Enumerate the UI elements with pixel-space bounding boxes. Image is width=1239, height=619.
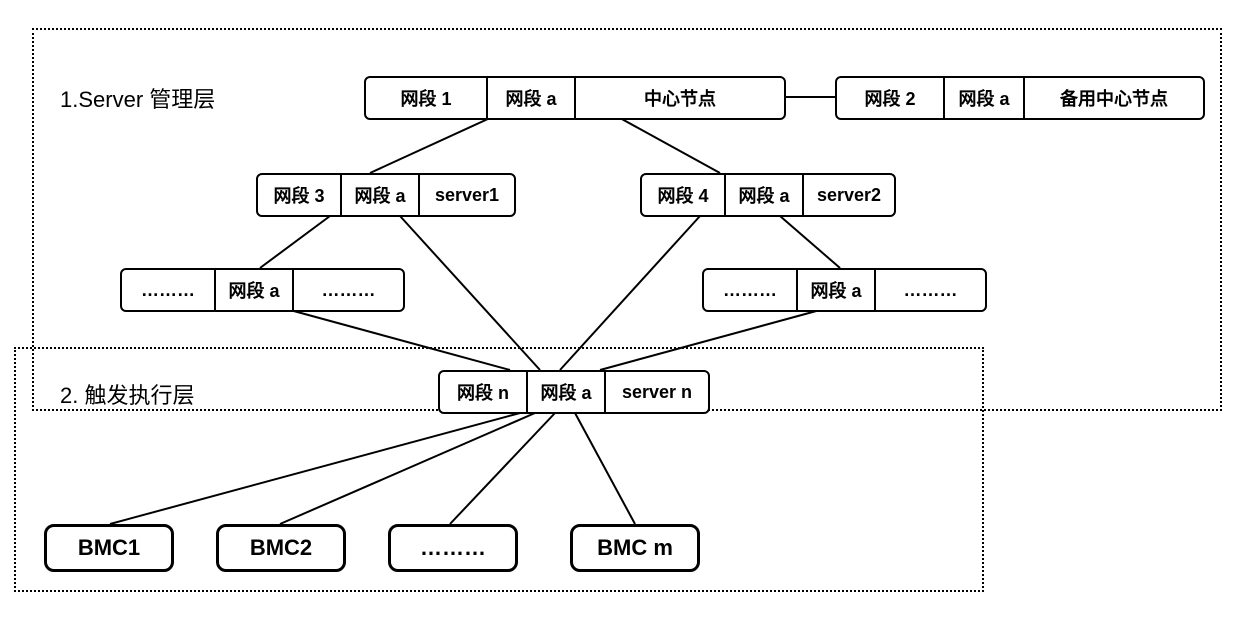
backup-cell-2: 网段 a bbox=[945, 78, 1025, 118]
server2-cell-1: 网段 4 bbox=[642, 175, 726, 215]
ellipsis-right-cell-2: 网段 a bbox=[798, 270, 876, 310]
servern-node: 网段 n 网段 a server n bbox=[438, 370, 710, 414]
server1-cell-2: 网段 a bbox=[342, 175, 420, 215]
ellipsis-right-cell-3: ……… bbox=[876, 270, 985, 310]
server2-cell-3: server2 bbox=[804, 175, 894, 215]
bmc-ellipsis-node: ……… bbox=[388, 524, 518, 572]
backup-cell-3: 备用中心节点 bbox=[1025, 78, 1203, 118]
ellipsis-right-node: ……… 网段 a ……… bbox=[702, 268, 987, 312]
server2-cell-2: 网段 a bbox=[726, 175, 804, 215]
server-layer-label: 1.Server 管理层 bbox=[60, 82, 215, 114]
ellipsis-left-cell-2: 网段 a bbox=[216, 270, 294, 310]
servern-cell-2: 网段 a bbox=[528, 372, 606, 412]
servern-cell-1: 网段 n bbox=[440, 372, 528, 412]
trigger-layer-label: 2. 触发执行层 bbox=[60, 378, 194, 410]
bmc2-node: BMC2 bbox=[216, 524, 346, 572]
ellipsis-left-node: ……… 网段 a ……… bbox=[120, 268, 405, 312]
server1-node: 网段 3 网段 a server1 bbox=[256, 173, 516, 217]
bmc1-node: BMC1 bbox=[44, 524, 174, 572]
servern-cell-3: server n bbox=[606, 372, 708, 412]
center-node: 网段 1 网段 a 中心节点 bbox=[364, 76, 786, 120]
ellipsis-left-cell-1: ……… bbox=[122, 270, 216, 310]
center-cell-3: 中心节点 bbox=[576, 78, 784, 118]
ellipsis-right-cell-1: ……… bbox=[704, 270, 798, 310]
center-cell-2: 网段 a bbox=[488, 78, 576, 118]
ellipsis-left-cell-3: ……… bbox=[294, 270, 403, 310]
server1-cell-3: server1 bbox=[420, 175, 514, 215]
server2-node: 网段 4 网段 a server2 bbox=[640, 173, 896, 217]
server1-cell-1: 网段 3 bbox=[258, 175, 342, 215]
bmcm-node: BMC m bbox=[570, 524, 700, 572]
center-cell-1: 网段 1 bbox=[366, 78, 488, 118]
backup-cell-1: 网段 2 bbox=[837, 78, 945, 118]
backup-node: 网段 2 网段 a 备用中心节点 bbox=[835, 76, 1205, 120]
